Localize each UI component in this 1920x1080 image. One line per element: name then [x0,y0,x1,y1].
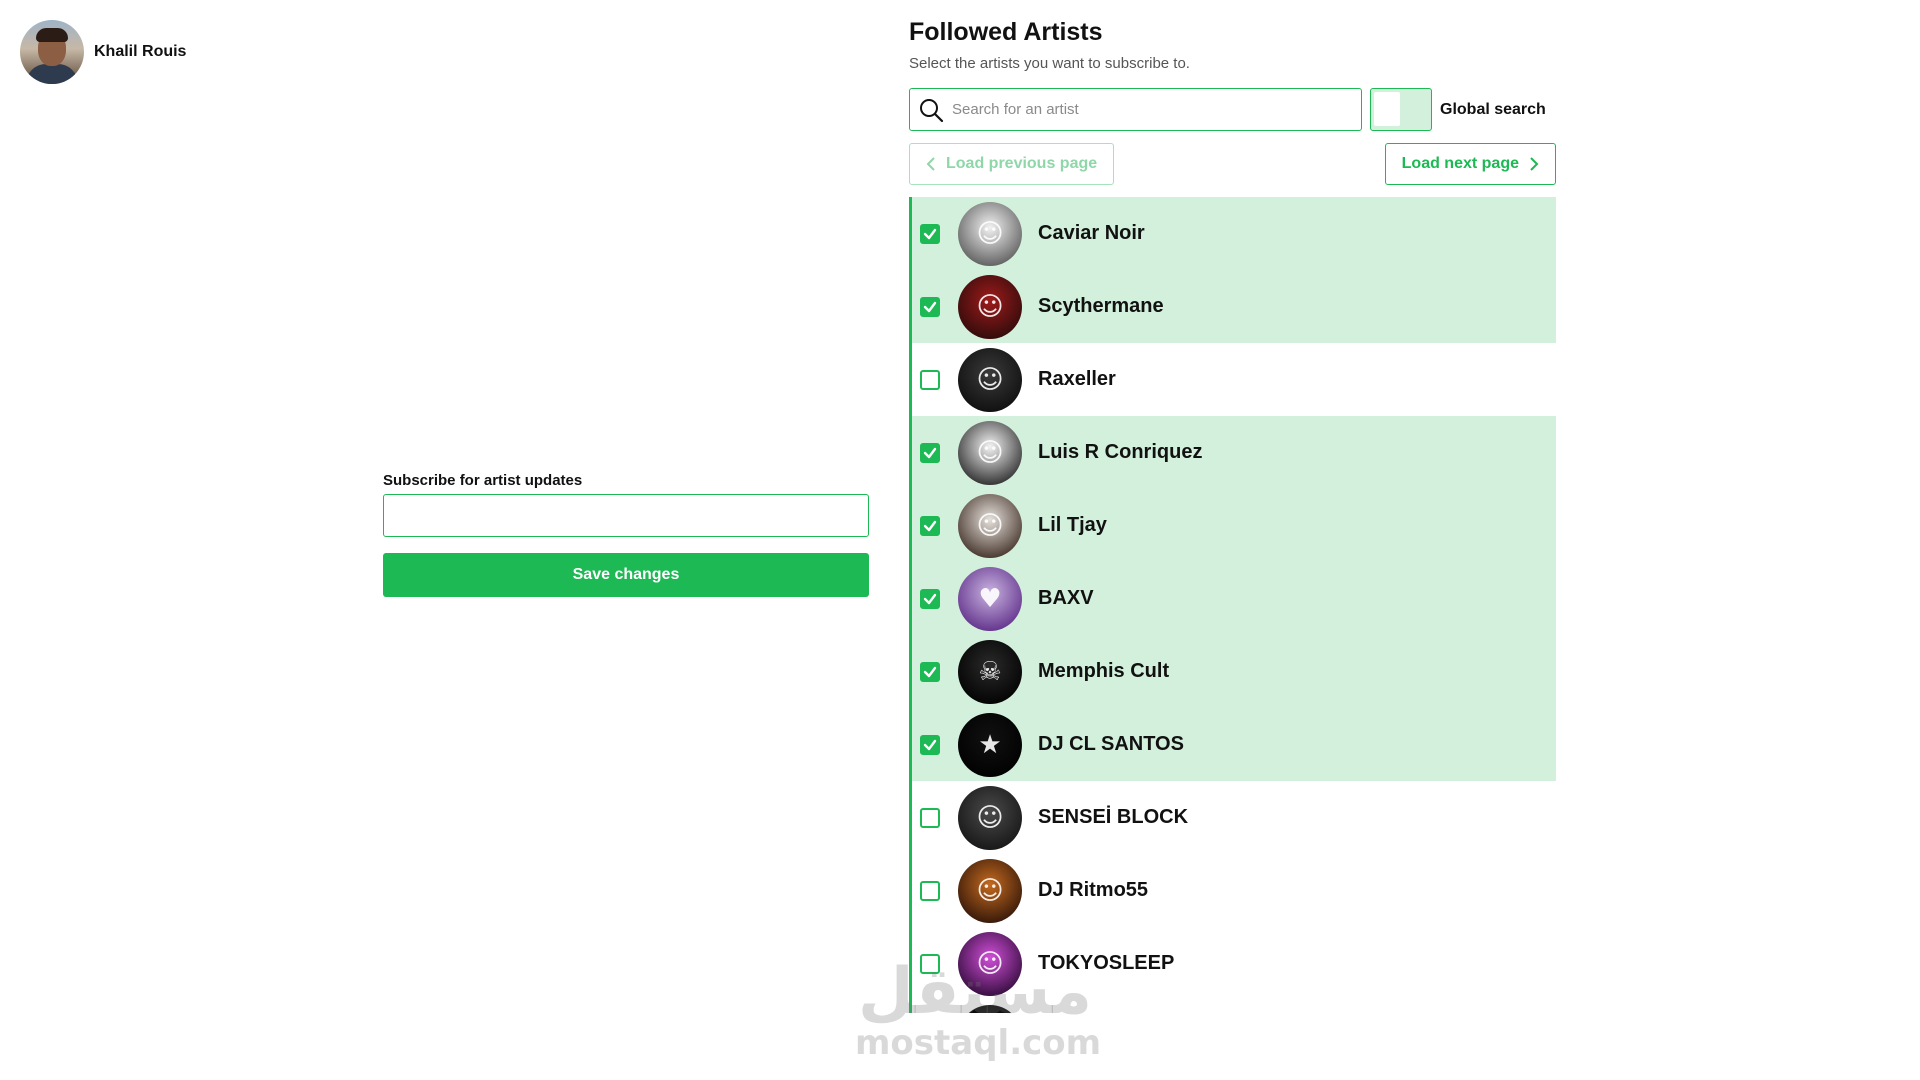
artist-avatar: ☺ [958,493,1022,558]
person-icon: ☺ [976,364,1004,395]
artist-avatar: ☺ [958,931,1022,996]
load-next-page-label: Load next page [1401,155,1519,172]
load-next-page-button[interactable]: Load next page [1384,143,1556,185]
artist-checkbox[interactable] [920,661,940,682]
artist-avatar: ☠ [958,639,1022,704]
artist-checkbox[interactable] [920,515,940,536]
artist-search-input[interactable] [944,89,1361,130]
search-icon [920,98,944,122]
artist-row[interactable]: ☺ TOKYOSLEEP [912,927,1556,1000]
artist-name: BAXV [1038,587,1094,609]
pagination: Load previous page Load next page [909,143,1556,185]
toggle-knob [1374,92,1400,126]
artist-avatar: ☺ [958,858,1022,923]
artist-name: Memphis Cult [1038,660,1170,682]
artist-name: DJ Ritmo55 [1038,879,1149,901]
user-profile[interactable]: Khalil Rouis [20,20,186,84]
search-box[interactable] [909,88,1362,131]
artist-row[interactable]: ★ DJ CL SANTOS [912,708,1556,781]
artist-checkbox[interactable] [920,588,940,609]
person-icon: ☺ [976,510,1004,541]
person-icon: ☺ [976,291,1004,322]
person-icon: ☺ [976,802,1004,833]
person-icon: ☺ [976,218,1004,249]
global-search-label: Global search [1440,100,1546,118]
artist-checkbox[interactable] [920,223,940,244]
artist-avatar: ☺ [958,347,1022,412]
artist-avatar: ☺ [958,785,1022,850]
artist-row[interactable]: ☺ SENSEİ BLOCK [912,781,1556,854]
global-search-toggle[interactable] [1370,88,1432,131]
subscribe-form: Subscribe for artist updates Save change… [383,472,869,597]
artist-avatar: ☺ [958,420,1022,485]
person-icon: ☺ [976,437,1004,468]
person-icon: ☺ [976,948,1004,979]
artist-row[interactable]: ♥ BAXV [912,562,1556,635]
user-name: Khalil Rouis [94,43,187,60]
artist-checkbox[interactable] [920,880,940,901]
artist-avatar: ★ [958,712,1022,777]
artist-name: Caviar Noir [1038,222,1145,244]
artist-checkbox[interactable] [920,442,940,463]
artist-checkbox[interactable] [920,734,940,755]
person-icon: ☺ [976,875,1004,906]
watermark-latin: mostaql.com [855,1023,1102,1063]
artist-name: Luis R Conriquez [1038,441,1203,463]
artist-row[interactable]: ☺ [912,1000,1556,1013]
artist-checkbox[interactable] [920,369,940,390]
artist-name: Lil Tjay [1038,514,1107,536]
check-icon [923,739,937,750]
artist-row[interactable]: ☺ Raxeller [912,343,1556,416]
artist-checkbox[interactable] [920,953,940,974]
page-title: Followed Artists [909,18,1103,46]
subscribe-input[interactable] [383,494,869,537]
logo-icon: ★ [978,729,1002,760]
artist-name: Scythermane [1038,295,1164,317]
save-changes-button[interactable]: Save changes [383,553,869,597]
skull-icon: ☠ [978,656,1002,687]
check-icon [923,520,937,531]
page-subtitle: Select the artists you want to subscribe… [909,55,1190,72]
load-previous-page-label: Load previous page [946,155,1098,172]
chevron-right-icon [1530,157,1539,171]
artist-avatar: ☺ [958,201,1022,266]
artist-avatar: ☺ [958,274,1022,339]
check-icon [923,301,937,312]
artist-checkbox[interactable] [920,807,940,828]
followed-artists-panel: Followed Artists Select the artists you … [909,18,1556,1013]
artist-list[interactable]: ☺ Caviar Noir ☺ Scythermane ☺ Raxeller ☺ Luis R… [909,197,1556,1013]
artist-avatar: ☺ [958,1004,1022,1013]
artist-row[interactable]: ☺ Scythermane [912,270,1556,343]
heart-icon: ♥ [978,583,1002,614]
artist-name: TOKYOSLEEP [1038,952,1175,974]
artist-name: SENSEİ BLOCK [1038,806,1189,828]
check-icon [923,593,937,604]
search-row: Global search [909,88,1556,131]
artist-name: DJ CL SANTOS [1038,733,1184,755]
artist-avatar: ♥ [958,566,1022,631]
artist-row[interactable]: ☠ Memphis Cult [912,635,1556,708]
artist-row[interactable]: ☺ Caviar Noir [912,197,1556,270]
load-previous-page-button[interactable]: Load previous page [909,143,1115,185]
artist-checkbox[interactable] [920,296,940,317]
artist-row[interactable]: ☺ Lil Tjay [912,489,1556,562]
artist-name: Raxeller [1038,368,1116,390]
artist-row[interactable]: ☺ Luis R Conriquez [912,416,1556,489]
check-icon [923,666,937,677]
artist-row[interactable]: ☺ DJ Ritmo55 [912,854,1556,927]
chevron-left-icon [926,157,935,171]
check-icon [923,447,937,458]
check-icon [923,228,937,239]
user-avatar[interactable] [20,20,84,84]
subscribe-label: Subscribe for artist updates [383,472,583,489]
